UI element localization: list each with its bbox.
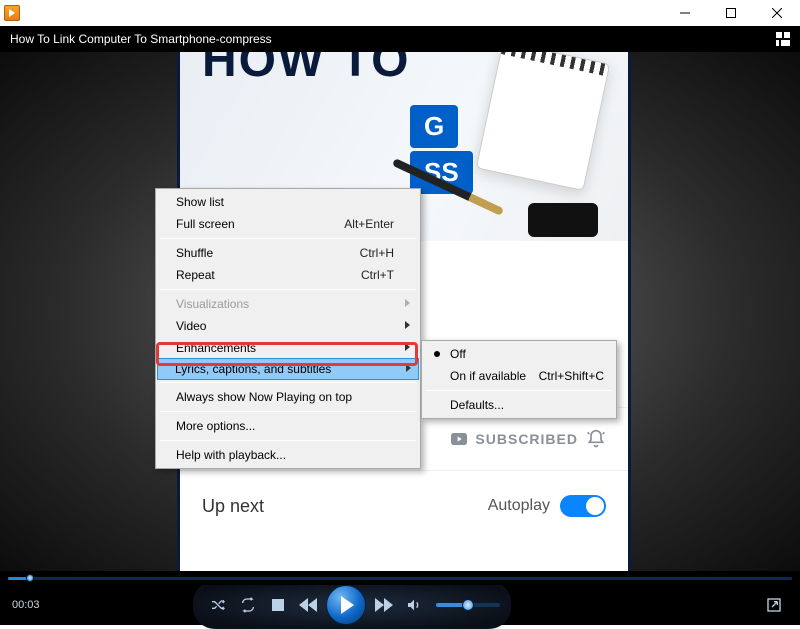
video-stage[interactable]: HOW TO G SS Like Dislike Share Download	[0, 52, 800, 571]
menu-enhancements[interactable]: Enhancements	[158, 337, 418, 359]
submenu-off[interactable]: Off	[424, 343, 614, 365]
menu-shuffle[interactable]: ShuffleCtrl+H	[158, 242, 418, 264]
menu-show-list[interactable]: Show list	[158, 191, 418, 213]
play-icon	[341, 596, 354, 614]
close-button[interactable]	[754, 0, 800, 26]
video-title-bar: How To Link Computer To Smartphone-compr…	[0, 26, 800, 52]
maximize-button[interactable]	[708, 0, 754, 26]
chevron-right-icon	[405, 343, 410, 351]
chevron-right-icon	[405, 321, 410, 329]
stop-button[interactable]	[264, 591, 292, 619]
upnext-row: Up next Autoplay	[180, 471, 628, 541]
hero-headline: HOW TO	[202, 52, 410, 88]
menu-repeat[interactable]: RepeatCtrl+T	[158, 264, 418, 286]
shuffle-button[interactable]	[204, 591, 232, 619]
menu-video[interactable]: Video	[158, 315, 418, 337]
menu-separator	[426, 390, 612, 391]
menu-visualizations: Visualizations	[158, 293, 418, 315]
upnext-label: Up next	[202, 496, 488, 517]
lyrics-submenu: Off On if availableCtrl+Shift+C Defaults…	[421, 340, 617, 419]
control-cluster	[193, 581, 511, 629]
menu-separator	[160, 440, 416, 441]
phone-graphic	[528, 203, 598, 237]
app-icon	[4, 5, 20, 21]
bell-icon	[586, 429, 606, 449]
next-button[interactable]	[370, 591, 398, 619]
minimize-button[interactable]	[662, 0, 708, 26]
menu-separator	[160, 289, 416, 290]
autoplay-toggle	[560, 495, 606, 517]
seek-bar[interactable]	[0, 571, 800, 585]
repeat-button[interactable]	[234, 591, 262, 619]
volume-knob[interactable]	[462, 599, 474, 611]
play-button[interactable]	[326, 585, 366, 625]
seek-thumb[interactable]	[26, 574, 34, 582]
window-titlebar	[0, 0, 800, 26]
previous-button[interactable]	[294, 591, 322, 619]
video-title: How To Link Computer To Smartphone-compr…	[10, 32, 272, 46]
subscribed-badge: SUBSCRIBED	[451, 429, 606, 449]
volume-slider[interactable]	[436, 603, 500, 607]
context-menu: Show list Full screenAlt+Enter ShuffleCt…	[155, 188, 421, 469]
chevron-right-icon	[405, 299, 410, 307]
autoplay-label: Autoplay	[488, 497, 550, 515]
seek-track	[8, 577, 792, 580]
hero-tag-1: G	[410, 105, 458, 148]
menu-help-playback[interactable]: Help with playback...	[158, 444, 418, 466]
menu-separator	[160, 238, 416, 239]
menu-lyrics-captions-subtitles[interactable]: Lyrics, captions, and subtitles	[157, 358, 419, 380]
menu-separator	[160, 382, 416, 383]
menu-separator	[160, 411, 416, 412]
mute-button[interactable]	[400, 591, 428, 619]
submenu-on-if-available[interactable]: On if availableCtrl+Shift+C	[424, 365, 614, 387]
menu-always-on-top[interactable]: Always show Now Playing on top	[158, 386, 418, 408]
switch-view-icon[interactable]	[776, 32, 790, 46]
submenu-defaults[interactable]: Defaults...	[424, 394, 614, 416]
playback-controls: 00:03	[0, 585, 800, 625]
playback-time: 00:03	[12, 599, 62, 611]
menu-full-screen[interactable]: Full screenAlt+Enter	[158, 213, 418, 235]
chevron-right-icon	[406, 364, 411, 372]
fullscreen-button[interactable]	[760, 591, 788, 619]
youtube-icon	[451, 433, 467, 445]
menu-more-options[interactable]: More options...	[158, 415, 418, 437]
radio-selected-icon	[434, 351, 440, 357]
notepad-graphic	[476, 52, 611, 191]
